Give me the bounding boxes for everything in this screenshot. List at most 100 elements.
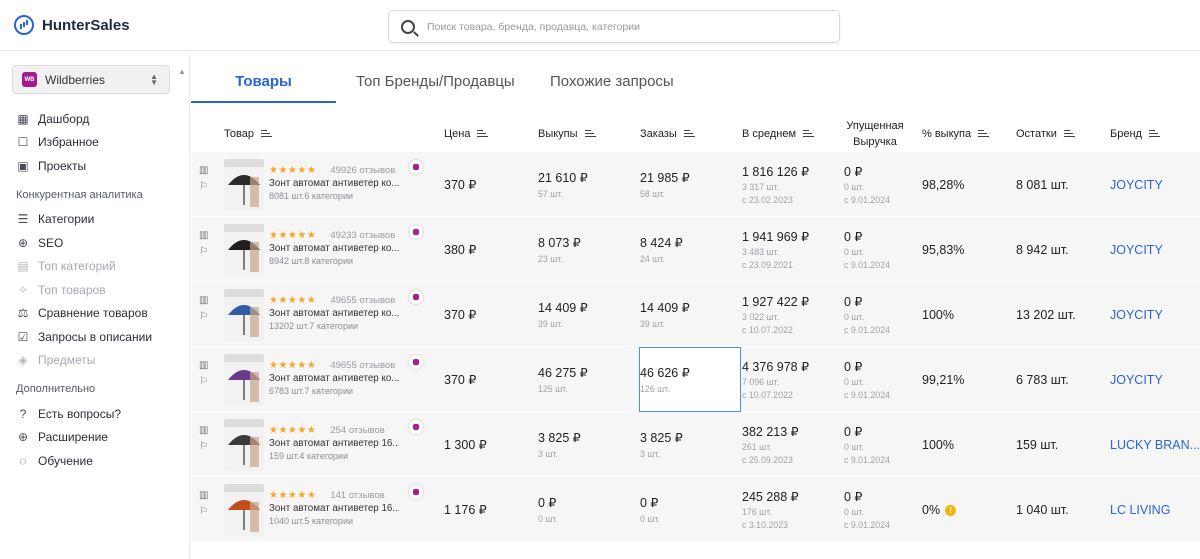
bookmark-icon[interactable]: ⚐ xyxy=(199,247,209,257)
wildberries-icon[interactable] xyxy=(409,485,423,499)
product-name[interactable]: Зонт автомат антиветер 16... xyxy=(269,438,399,449)
search-icon[interactable] xyxy=(401,19,415,34)
column-header-price[interactable]: Цена xyxy=(444,115,489,152)
product-image[interactable] xyxy=(224,419,264,471)
product-image[interactable] xyxy=(224,159,264,211)
lost-revenue-cell: 0 ₽0 шт. с 9.01.2024 xyxy=(844,230,890,270)
logo[interactable]: HunterSales xyxy=(14,15,130,35)
brand-cell[interactable]: JOYCITY xyxy=(1110,152,1200,217)
brand-cell[interactable]: JOYCITY xyxy=(1110,347,1200,412)
wildberries-icon[interactable] xyxy=(409,290,423,304)
warning-icon[interactable]: ! xyxy=(945,504,957,516)
wildberries-icon[interactable] xyxy=(409,420,423,434)
sidebar-item-question[interactable]: ? Есть вопросы? xyxy=(16,402,184,426)
chart-icon[interactable]: ▥ xyxy=(199,426,209,436)
tab-top-brands[interactable]: Топ Бренды/Продавцы xyxy=(356,65,530,103)
sidebar-item-favorites[interactable]: ☐ Избранное xyxy=(16,131,184,155)
column-header-stock[interactable]: Остатки xyxy=(1016,115,1075,152)
brand-link[interactable]: LUCKY BRAN... xyxy=(1110,438,1200,452)
product-image[interactable] xyxy=(224,224,264,276)
sidebar-item-compare[interactable]: ⚖ Сравнение товаров xyxy=(16,302,184,326)
sort-icon[interactable] xyxy=(978,128,990,139)
sort-icon[interactable] xyxy=(803,128,815,139)
sort-icon[interactable] xyxy=(584,128,596,139)
wildberries-icon[interactable] xyxy=(409,160,423,174)
search-input[interactable] xyxy=(427,20,807,33)
brand-link[interactable]: JOYCITY xyxy=(1110,308,1200,322)
sort-icon[interactable] xyxy=(683,128,695,139)
column-header-average[interactable]: В среднем xyxy=(742,115,815,152)
bookmark-icon[interactable]: ⚐ xyxy=(199,377,209,387)
buyouts-cell: 21 610 ₽57 шт. xyxy=(538,171,588,199)
product-image[interactable] xyxy=(224,354,264,406)
product-image[interactable] xyxy=(224,289,264,341)
column-header-product[interactable]: Товар xyxy=(224,115,272,152)
sidebar-item-label: Запросы в описании xyxy=(38,329,153,344)
bookmark-icon[interactable]: ⚐ xyxy=(199,312,209,322)
sidebar-item-top-products[interactable]: ✧ Топ товаров xyxy=(16,278,184,302)
sidebar-item-projects[interactable]: ▣ Проекты xyxy=(16,154,184,178)
marketplace-select[interactable]: WB Wildberries ▲ ▼ xyxy=(12,65,170,94)
sort-icon[interactable] xyxy=(260,128,272,139)
chart-icon[interactable]: ▥ xyxy=(199,491,209,501)
chart-icon[interactable]: ▥ xyxy=(199,231,209,241)
bookmark-icon[interactable]: ⚐ xyxy=(199,442,209,452)
product-name[interactable]: Зонт автомат антиветер ко... xyxy=(269,178,399,189)
sidebar-scroll-up-icon[interactable]: ▲ xyxy=(178,67,186,76)
column-header-lost-revenue[interactable]: Упущенная Выручка xyxy=(842,115,908,152)
brand-link[interactable]: JOYCITY xyxy=(1110,243,1200,257)
buyout-percent-cell: 100% xyxy=(922,437,954,452)
tab-similar-queries[interactable]: Похожие запросы xyxy=(550,65,674,103)
brand-link[interactable]: JOYCITY xyxy=(1110,178,1200,192)
column-header-buyout-percent[interactable]: % выкупа xyxy=(922,115,990,152)
table-row[interactable]: ▥ ⚐ ★★★★★ 49655 отзывов Зонт автомат анти… xyxy=(191,347,1200,412)
wildberries-icon[interactable] xyxy=(409,225,423,239)
column-header-orders[interactable]: Заказы xyxy=(640,115,695,152)
bookmark-icon[interactable]: ⚐ xyxy=(199,182,209,192)
product-name[interactable]: Зонт автомат антиветер ко... xyxy=(269,373,399,384)
search-bar[interactable] xyxy=(388,10,840,43)
sort-icon[interactable] xyxy=(477,128,489,139)
reviews-count: 49655 отзывов xyxy=(330,360,396,371)
table-row[interactable]: ▥ ⚐ ★★★★★ 49655 отзывов Зонт автомат анти… xyxy=(191,282,1200,347)
product-meta: 6783 шт.7 категории xyxy=(269,386,353,396)
sidebar-item-dashboard[interactable]: ▦ Дашборд xyxy=(16,107,184,131)
brand-cell[interactable]: JOYCITY xyxy=(1110,217,1200,282)
table-row[interactable]: ▥ ⚐ ★★★★★ 49233 отзывов Зонт автомат анти… xyxy=(191,217,1200,282)
brand-link[interactable]: JOYCITY xyxy=(1110,373,1200,387)
brand-cell[interactable]: JOYCITY xyxy=(1110,282,1200,347)
chart-icon[interactable]: ▥ xyxy=(199,166,209,176)
column-header-brand[interactable]: Бренд xyxy=(1110,115,1160,152)
product-name[interactable]: Зонт автомат антиветер ко... xyxy=(269,243,399,254)
brand-cell[interactable]: LC LIVING xyxy=(1110,477,1200,542)
column-header-buyouts[interactable]: Выкупы xyxy=(538,115,596,152)
rating-stars: ★★★★★ xyxy=(269,425,317,436)
brand-cell[interactable]: LUCKY BRAN... xyxy=(1110,412,1200,477)
sidebar-item-bulb[interactable]: ◌ Обучение xyxy=(16,449,184,473)
product-image[interactable] xyxy=(224,484,264,536)
orders-cell[interactable]: 46 626 ₽126 шт. xyxy=(640,347,690,412)
bookmark-icon[interactable]: ⚐ xyxy=(199,507,209,517)
product-name[interactable]: Зонт автомат антиветер 16... xyxy=(269,503,399,514)
sort-icon[interactable] xyxy=(1063,128,1075,139)
brand-link[interactable]: LC LIVING xyxy=(1110,503,1200,517)
compare-icon: ⚖ xyxy=(17,306,29,321)
product-name[interactable]: Зонт автомат антиветер ко... xyxy=(269,308,399,319)
sort-icon[interactable] xyxy=(1148,128,1160,139)
umbrella-image xyxy=(224,484,264,536)
table-row[interactable]: ▥ ⚐ ★★★★★ 141 отзывов Зонт автомат антиве… xyxy=(191,477,1200,542)
lost-revenue-cell: 0 ₽0 шт. с 9.01.2024 xyxy=(844,295,890,335)
sidebar-item-globe[interactable]: ⊕ Расширение xyxy=(16,426,184,450)
table-row[interactable]: ▥ ⚐ ★★★★★ 254 отзывов Зонт автомат антиве… xyxy=(191,412,1200,477)
sidebar-item-check[interactable]: ☑ Запросы в описании xyxy=(16,325,184,349)
sidebar-item-list[interactable]: ☰ Категории xyxy=(16,208,184,232)
chart-icon[interactable]: ▥ xyxy=(199,296,209,306)
sidebar-item-top-categories[interactable]: ▤ Топ категорий xyxy=(16,255,184,279)
chart-icon[interactable]: ▥ xyxy=(199,361,209,371)
sidebar-item-target[interactable]: ⊕ SEO xyxy=(16,231,184,255)
sidebar-item-items[interactable]: ◈ Предметы xyxy=(16,349,184,373)
tab-products[interactable]: Товары xyxy=(191,65,336,103)
projects-icon: ▣ xyxy=(17,158,29,173)
wildberries-icon[interactable] xyxy=(409,355,423,369)
table-row[interactable]: ▥ ⚐ ★★★★★ 49926 отзывов Зонт автомат анти… xyxy=(191,152,1200,217)
